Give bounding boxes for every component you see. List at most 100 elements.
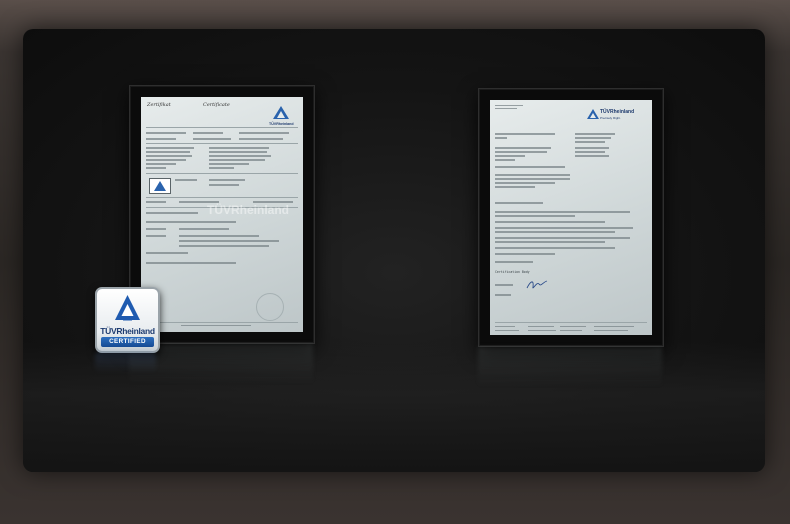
brand-tagline: Precisely Right. bbox=[600, 116, 621, 120]
text-line bbox=[146, 163, 176, 165]
text-line bbox=[193, 138, 231, 140]
certificate-title-de: Zertifikat bbox=[147, 102, 171, 108]
tuv-logo-icon bbox=[271, 105, 291, 121]
text-line bbox=[575, 141, 605, 143]
text-line bbox=[495, 211, 630, 213]
text-line bbox=[209, 184, 239, 186]
text-line bbox=[495, 241, 605, 243]
text-line bbox=[146, 138, 176, 140]
left-certificate-sheet: Zertifikat Certificate TÜVRheinland TÜVR… bbox=[141, 97, 303, 332]
text-line bbox=[193, 132, 223, 134]
text-line bbox=[495, 182, 555, 184]
footer-line bbox=[594, 330, 628, 331]
right-brand-text: TÜVRheinland bbox=[600, 109, 635, 115]
text-line bbox=[146, 155, 192, 157]
text-line bbox=[495, 284, 513, 286]
badge-certified-label: CERTIFIED bbox=[101, 337, 154, 347]
text-line bbox=[239, 132, 289, 134]
text-line bbox=[179, 235, 259, 237]
footer-line bbox=[560, 330, 582, 331]
text-line bbox=[146, 147, 194, 149]
text-line bbox=[495, 294, 511, 296]
divider bbox=[146, 197, 298, 198]
badge-brand-text: TÜVRheinland bbox=[100, 326, 155, 336]
tuv-certified-badge: TÜVRheinland CERTIFIED bbox=[95, 287, 160, 353]
text-line bbox=[495, 147, 551, 149]
text-line bbox=[146, 159, 186, 161]
text-line bbox=[209, 151, 267, 153]
text-line bbox=[495, 133, 555, 135]
text-line bbox=[209, 179, 245, 181]
text-line bbox=[575, 137, 611, 139]
text-line bbox=[239, 138, 283, 140]
tuv-logo-icon bbox=[587, 109, 599, 119]
text-line bbox=[495, 178, 570, 180]
text-line bbox=[575, 133, 615, 135]
text-line bbox=[495, 137, 507, 139]
text-line bbox=[146, 151, 190, 153]
text-line bbox=[495, 231, 615, 233]
divider bbox=[146, 143, 298, 144]
text-line bbox=[495, 227, 633, 229]
text-line bbox=[209, 155, 271, 157]
text-line bbox=[575, 147, 609, 149]
text-line bbox=[209, 163, 249, 165]
text-line bbox=[495, 151, 547, 153]
text-line bbox=[146, 235, 166, 237]
certificate-watermark: TÜVRheinland bbox=[207, 203, 290, 217]
text-line bbox=[146, 221, 236, 223]
text-line bbox=[146, 228, 166, 230]
text-line bbox=[175, 179, 197, 181]
text-line bbox=[495, 108, 517, 109]
text-line bbox=[575, 151, 605, 153]
right-frame-reflection bbox=[478, 347, 662, 387]
badge-reflection bbox=[95, 351, 156, 373]
text-line bbox=[146, 252, 188, 254]
text-line bbox=[179, 228, 229, 230]
left-brand-text: TÜVRheinland bbox=[269, 122, 294, 126]
text-line bbox=[495, 221, 605, 223]
text-line bbox=[495, 174, 570, 176]
text-line bbox=[495, 166, 565, 168]
text-line bbox=[495, 253, 555, 255]
text-line bbox=[146, 167, 166, 169]
right-certificate-sheet: TÜVRheinland Precisely Right. Certificat… bbox=[490, 100, 652, 335]
footer-line bbox=[594, 326, 634, 327]
text-line bbox=[495, 261, 533, 263]
text-line bbox=[495, 186, 535, 188]
footer-line bbox=[560, 326, 586, 327]
text-line bbox=[495, 202, 543, 204]
text-line bbox=[179, 240, 279, 242]
text-line bbox=[146, 132, 186, 134]
text-line bbox=[495, 237, 630, 239]
footer-line bbox=[495, 330, 519, 331]
text-line bbox=[209, 167, 234, 169]
text-line bbox=[495, 105, 523, 106]
text-line bbox=[495, 215, 575, 217]
text-line bbox=[495, 155, 525, 157]
text-line bbox=[146, 201, 166, 203]
footer-line bbox=[181, 325, 251, 326]
divider bbox=[146, 322, 298, 323]
footer-line bbox=[528, 326, 554, 327]
footer-line bbox=[495, 326, 515, 327]
text-line bbox=[179, 245, 269, 247]
divider bbox=[146, 173, 298, 174]
test-mark-icon bbox=[149, 178, 171, 194]
text-line bbox=[146, 212, 198, 214]
badge-triangle-icon bbox=[114, 294, 141, 329]
divider bbox=[495, 322, 647, 323]
text-line bbox=[209, 147, 269, 149]
display-panel: Zertifikat Certificate TÜVRheinland TÜVR… bbox=[23, 29, 765, 472]
text-line bbox=[495, 247, 615, 249]
right-certificate-frame: TÜVRheinland Precisely Right. Certificat… bbox=[478, 88, 664, 347]
text-line bbox=[146, 262, 236, 264]
footer-line bbox=[528, 330, 556, 331]
certificate-title-en: Certificate bbox=[203, 102, 230, 108]
seal-stamp-icon bbox=[256, 293, 284, 321]
text-line bbox=[495, 159, 515, 161]
divider bbox=[146, 127, 298, 128]
signature-icon bbox=[525, 278, 551, 297]
text-line bbox=[575, 155, 609, 157]
text-line bbox=[209, 159, 265, 161]
